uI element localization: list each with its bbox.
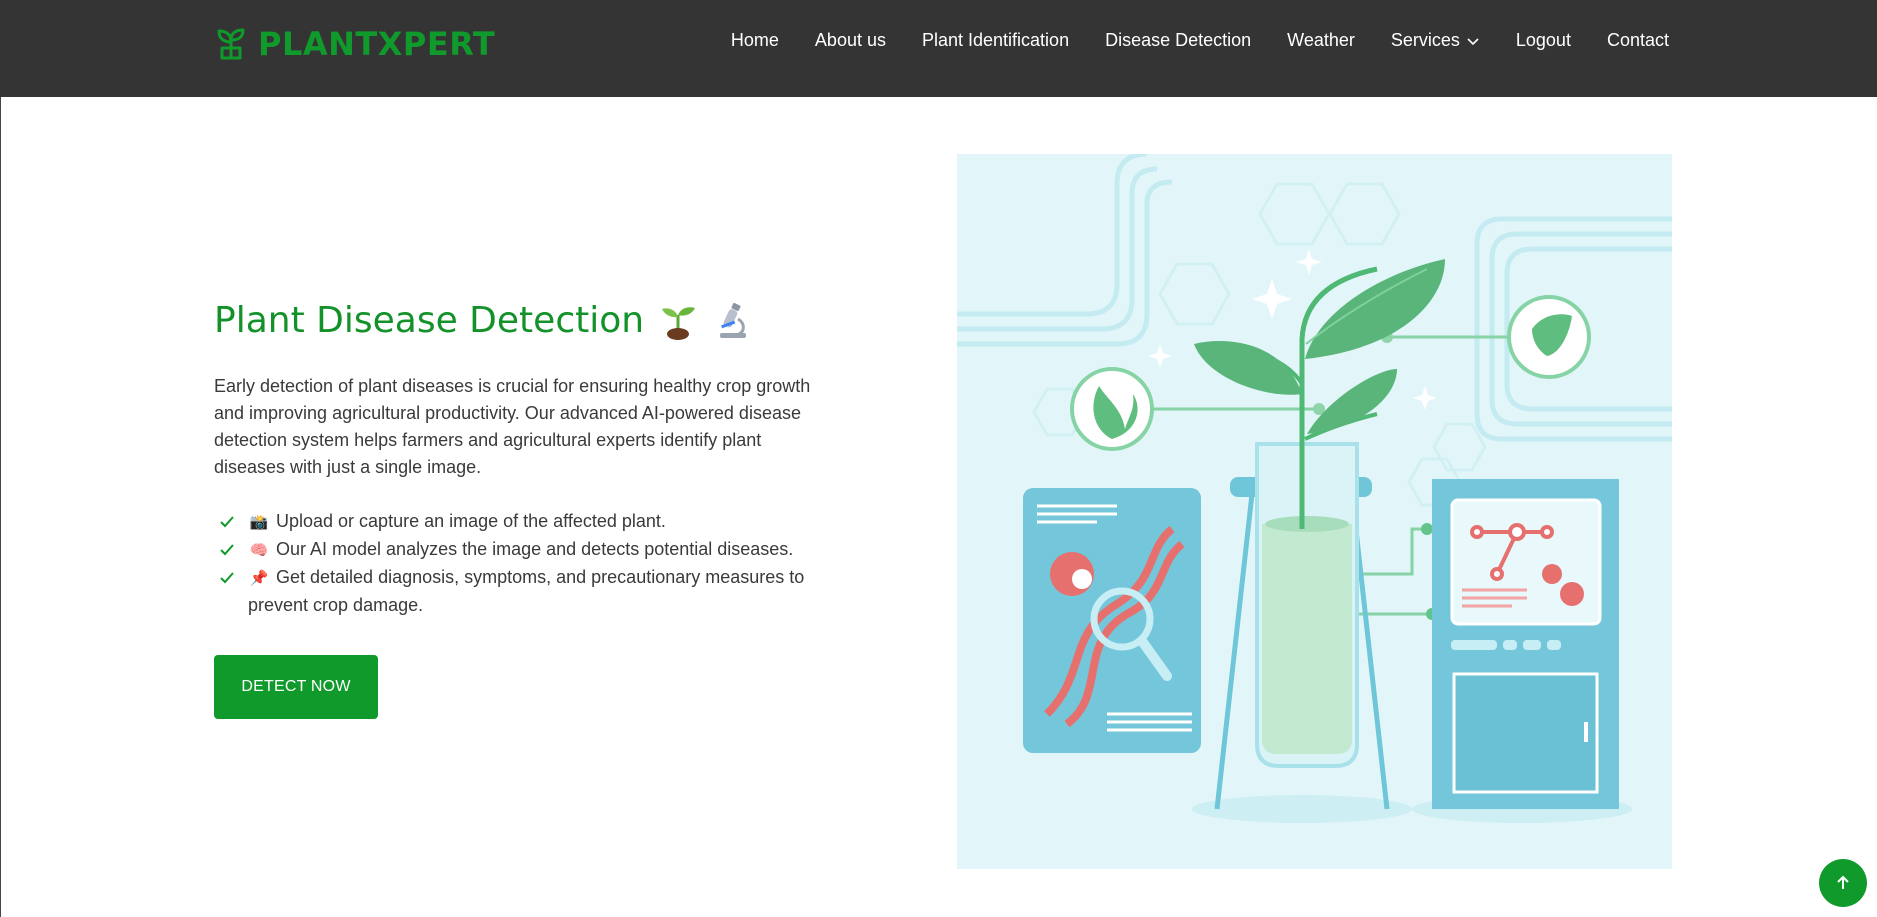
- scroll-to-top-button[interactable]: [1819, 859, 1867, 907]
- camera-icon: 📸: [249, 514, 269, 531]
- brand-logo[interactable]: PLANTXPERT: [214, 24, 495, 64]
- check-icon: [214, 536, 248, 563]
- hero-description: Early detection of plant diseases is cru…: [214, 376, 811, 477]
- detect-now-button[interactable]: DETECT NOW: [214, 655, 378, 719]
- brain-icon: 🧠: [249, 542, 269, 559]
- nav-weather[interactable]: Weather: [1287, 30, 1355, 51]
- hero-title-row: Plant Disease Detection: [214, 300, 752, 341]
- nav-logout[interactable]: Logout: [1516, 30, 1571, 51]
- page-title: Plant Disease Detection: [214, 300, 645, 341]
- chevron-down-icon: [1467, 37, 1479, 45]
- sprout-icon: [214, 27, 248, 61]
- list-item: 📌 Get detailed diagnosis, symptoms, and p…: [214, 564, 834, 619]
- list-item: 📸 Upload or capture an image of the affec…: [214, 508, 834, 536]
- nav-about-us[interactable]: About us: [815, 30, 886, 51]
- nav-services-label: Services: [1390, 30, 1460, 50]
- nav-disease-detection[interactable]: Disease Detection: [1105, 30, 1251, 51]
- arrow-up-icon: [1837, 875, 1849, 889]
- seedling-icon: [658, 301, 698, 341]
- check-icon: [214, 508, 248, 535]
- feature-text: Upload or capture an image of the affect…: [276, 511, 666, 531]
- feature-text: Get detailed diagnosis, symptoms, and pr…: [248, 567, 805, 615]
- nav-plant-identification[interactable]: Plant Identification: [922, 30, 1069, 51]
- nav-contact[interactable]: Contact: [1607, 30, 1669, 51]
- main-nav: Home About us Plant Identification Disea…: [731, 30, 1669, 51]
- pushpin-icon: 📌: [249, 570, 269, 587]
- nav-home[interactable]: Home: [731, 30, 779, 51]
- feature-list: 📸 Upload or capture an image of the affec…: [214, 508, 834, 619]
- check-icon: [214, 564, 248, 591]
- lab-plant-illustration: [957, 154, 1672, 869]
- feature-text: Our AI model analyzes the image and dete…: [276, 539, 794, 559]
- page-edge-line: [0, 97, 1, 917]
- nav-services-dropdown[interactable]: Services: [1391, 30, 1480, 51]
- list-item: 🧠 Our AI model analyzes the image and det…: [214, 536, 834, 564]
- microscope-icon: [712, 301, 752, 341]
- brand-name: PLANTXPERT: [258, 25, 496, 63]
- navbar: PLANTXPERT Home About us Plant Identific…: [0, 0, 1877, 97]
